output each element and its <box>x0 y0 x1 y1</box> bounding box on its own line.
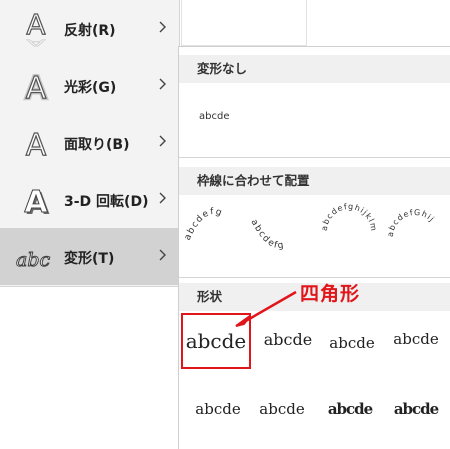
menu-item-label: 面取り(B) <box>64 137 130 153</box>
warp-sample-text: abcde <box>327 400 373 418</box>
chevron-right-icon <box>158 20 167 34</box>
svg-text:abcdefghijklm: abcdefghijklm <box>320 202 377 232</box>
bevel-icon: A <box>16 121 56 165</box>
follow-path-button[interactable]: abcdefGhij <box>385 191 445 263</box>
warp-sample-text: abcde <box>393 330 439 348</box>
svg-text:A: A <box>26 37 46 48</box>
warp-sample-text: abcde <box>263 329 313 349</box>
svg-text:abcdefg: abcdefg <box>183 207 224 242</box>
warp-sample-text: abcde <box>329 334 375 352</box>
menu-item-reflection[interactable]: A A 反射(R) <box>0 0 179 57</box>
button-text: abcdefGhij <box>386 208 436 238</box>
menu-item-3d-rotation[interactable]: A A 3-D 回転(D) <box>0 171 179 228</box>
menu-item-glow[interactable]: A A 光彩(G) <box>0 57 179 114</box>
section-divider <box>179 157 450 158</box>
follow-path-arch-down[interactable]: abcdefg <box>249 191 309 263</box>
chevron-right-icon <box>158 191 167 205</box>
warp-option[interactable]: abcde <box>383 383 449 435</box>
circle-text: abcdefghijklm <box>320 202 377 232</box>
chevron-right-icon <box>158 248 167 262</box>
transform-gallery: 変形なし abcde 枠線に合わせて配置 abcdefg abcdefg abc… <box>178 46 450 449</box>
menu-item-label: 3-D 回転(D) <box>64 194 149 210</box>
text-effects-menu: A A 反射(R) A A 光彩(G) A 面取り(B) A A 3-D 回転(… <box>0 0 180 287</box>
section-header-no-transform: 変形なし <box>179 55 450 83</box>
menu-item-bevel[interactable]: A 面取り(B) <box>0 114 179 171</box>
svg-text:abcdefGhij: abcdefGhij <box>386 208 437 238</box>
arch-up-text: abcdefg <box>183 207 223 242</box>
warp-option[interactable]: abcde <box>185 383 251 435</box>
svg-text:abc: abc <box>16 249 50 271</box>
follow-path-arch-up[interactable]: abcdefg <box>183 191 243 263</box>
callout-arrow-icon <box>235 290 297 327</box>
preview-box <box>181 0 307 46</box>
warp-sample-text: abcde <box>259 400 305 418</box>
warp-sample-text: abcde <box>195 400 241 418</box>
reflection-icon: A A <box>16 7 56 51</box>
transform-icon: abc <box>16 235 56 279</box>
svg-text:A: A <box>24 185 48 220</box>
3d-rotation-icon: A A <box>16 178 56 223</box>
menu-item-label: 変形(T) <box>64 251 115 267</box>
arch-down-text: abcdefg <box>249 218 284 251</box>
follow-path-circle[interactable]: abcdefghijklm <box>317 191 377 263</box>
svg-text:A: A <box>26 8 45 41</box>
chevron-right-icon <box>158 134 167 148</box>
svg-text:A: A <box>26 128 47 163</box>
callout-label: 四角形 <box>300 283 361 305</box>
menu-item-transform[interactable]: abc 変形(T) <box>0 228 179 285</box>
warp-sample-text: abcde <box>393 400 439 418</box>
section-divider <box>179 277 450 278</box>
svg-text:abcdefg: abcdefg <box>249 218 286 251</box>
warp-option[interactable]: abcde <box>383 313 449 365</box>
no-transform-option[interactable]: abcde <box>199 111 229 122</box>
warp-option[interactable]: abcde <box>249 383 315 435</box>
chevron-right-icon <box>158 77 167 91</box>
menu-item-label: 光彩(G) <box>64 80 117 96</box>
svg-text:A: A <box>26 71 47 106</box>
warp-option[interactable]: abcde <box>317 383 383 435</box>
menu-item-label: 反射(R) <box>64 23 116 39</box>
warp-option[interactable]: abcde <box>319 317 385 369</box>
glow-icon: A A <box>16 64 56 108</box>
warp-sample-text: abcde <box>185 329 247 353</box>
